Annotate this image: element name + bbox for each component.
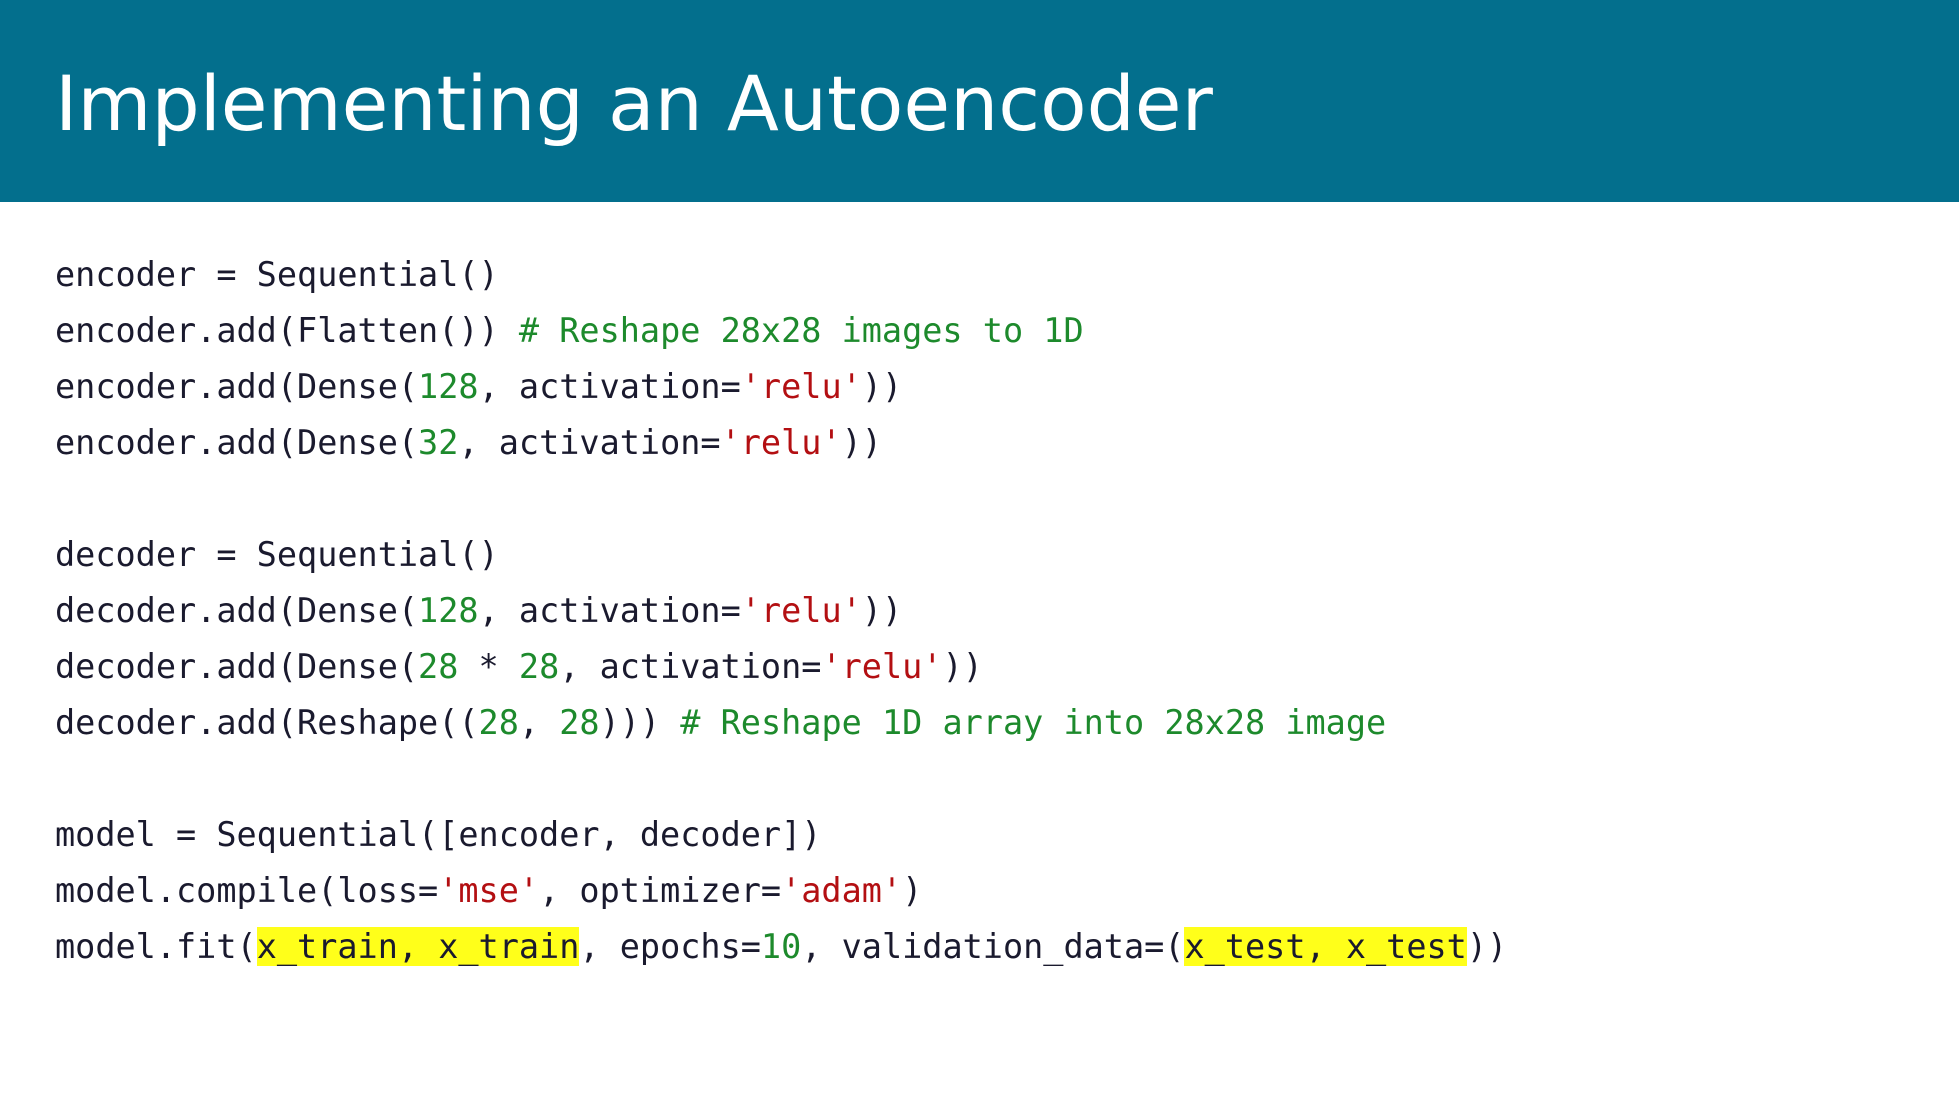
code-comment: # Reshape 28x28 images to 1D bbox=[518, 311, 1084, 350]
code-token: ) bbox=[902, 871, 923, 910]
code-number: 32 bbox=[418, 423, 459, 462]
code-line: encoder.add(Dense(128, activation='relu'… bbox=[55, 359, 1507, 415]
code-line: decoder.add(Dense(128, activation='relu'… bbox=[55, 583, 1507, 639]
code-token: encoder.add(Dense( bbox=[55, 367, 419, 406]
code-line: model.fit(x_train, x_train, epochs=10, v… bbox=[55, 919, 1507, 975]
code-token: encoder.add(Flatten()) bbox=[55, 311, 519, 350]
code-string: 'mse' bbox=[438, 871, 540, 910]
code-token: model = Sequential([encoder, decoder]) bbox=[55, 815, 822, 854]
code-line: decoder = Sequential() bbox=[55, 527, 1507, 583]
blank-code-line bbox=[55, 751, 1507, 807]
slide: Implementing an Autoencoder encoder = Se… bbox=[0, 0, 1959, 1102]
title-bar: Implementing an Autoencoder bbox=[0, 0, 1959, 202]
code-string: 'relu' bbox=[740, 591, 862, 630]
code-number: 128 bbox=[418, 367, 479, 406]
code-token: , activation= bbox=[478, 591, 741, 630]
code-token: decoder.add(Reshape(( bbox=[55, 703, 479, 742]
highlighted-code: x_test, x_test bbox=[1184, 927, 1467, 966]
code-line: model = Sequential([encoder, decoder]) bbox=[55, 807, 1507, 863]
code-token: )) bbox=[1466, 927, 1508, 966]
code-number: 28 bbox=[559, 703, 600, 742]
code-number: 28 bbox=[518, 647, 560, 686]
code-line: decoder.add(Dense(28 * 28, activation='r… bbox=[55, 639, 1507, 695]
highlighted-code: x_train, x_train bbox=[256, 927, 580, 966]
code-line: encoder.add(Flatten()) # Reshape 28x28 i… bbox=[55, 303, 1507, 359]
code-token: encoder = Sequential() bbox=[55, 255, 499, 294]
code-token: decoder = Sequential() bbox=[55, 535, 499, 574]
code-number: 28 bbox=[478, 703, 519, 742]
code-token: )) bbox=[861, 367, 903, 406]
code-token: )) bbox=[942, 647, 983, 686]
code-token: * bbox=[458, 647, 519, 686]
code-number: 28 bbox=[418, 647, 459, 686]
code-token: encoder.add(Dense( bbox=[55, 423, 419, 462]
code-block: encoder = Sequential() encoder.add(Flatte… bbox=[55, 247, 1507, 975]
code-token: )) bbox=[861, 591, 903, 630]
code-line: decoder.add(Reshape((28, 28))) # Reshape… bbox=[55, 695, 1507, 751]
slide-title: Implementing an Autoencoder bbox=[55, 59, 1213, 148]
code-token: )) bbox=[841, 423, 882, 462]
code-string: 'relu' bbox=[821, 647, 943, 686]
code-token: model.fit( bbox=[55, 927, 257, 966]
code-string: 'relu' bbox=[740, 367, 862, 406]
code-comment: # Reshape 1D array into 28x28 image bbox=[680, 703, 1387, 742]
code-token: , activation= bbox=[478, 367, 741, 406]
code-token: , epochs= bbox=[579, 927, 761, 966]
blank-code-line bbox=[55, 471, 1507, 527]
code-line: encoder.add(Dense(32, activation='relu')… bbox=[55, 415, 1507, 471]
code-token: , activation= bbox=[559, 647, 822, 686]
code-token: , activation= bbox=[458, 423, 721, 462]
code-token: model.compile(loss= bbox=[55, 871, 439, 910]
code-token: , optimizer= bbox=[539, 871, 782, 910]
code-line: model.compile(loss='mse', optimizer='ada… bbox=[55, 863, 1507, 919]
code-number: 128 bbox=[418, 591, 479, 630]
code-token: decoder.add(Dense( bbox=[55, 647, 419, 686]
code-string: 'adam' bbox=[781, 871, 903, 910]
code-number: 10 bbox=[760, 927, 802, 966]
code-token: ))) bbox=[599, 703, 681, 742]
code-token: decoder.add(Dense( bbox=[55, 591, 419, 630]
code-token: , bbox=[518, 703, 560, 742]
code-token: , validation_data=( bbox=[801, 927, 1185, 966]
code-line: encoder = Sequential() bbox=[55, 247, 1507, 303]
code-string: 'relu' bbox=[720, 423, 842, 462]
